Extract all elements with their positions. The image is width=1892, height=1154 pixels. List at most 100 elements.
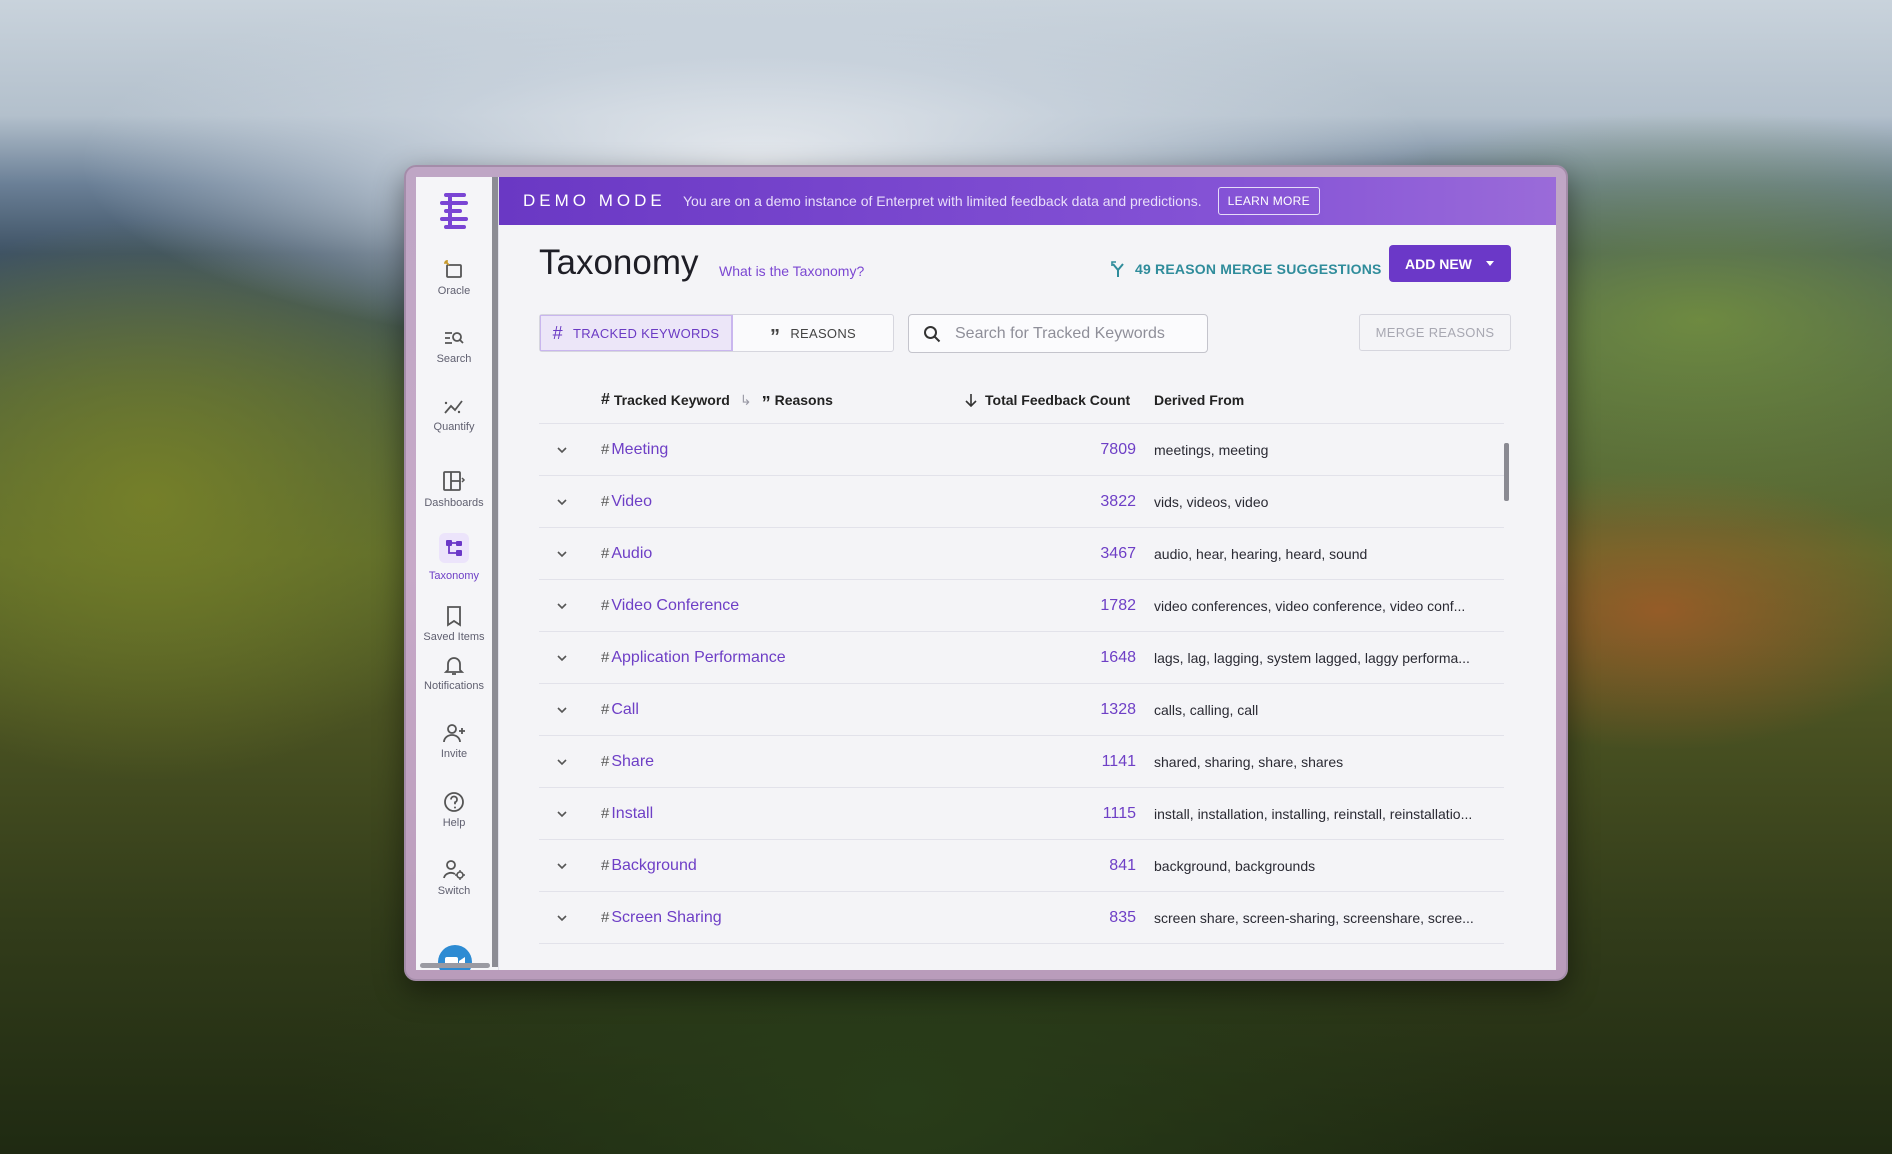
search-icon [445, 332, 464, 344]
hash-icon: # [601, 492, 610, 510]
keyword-link[interactable]: # Meeting [601, 441, 668, 459]
learn-more-button[interactable]: LEARN MORE [1217, 187, 1320, 215]
chevron-down-icon[interactable] [555, 755, 569, 769]
add-new-label: ADD NEW [1405, 255, 1472, 272]
chevron-down-icon[interactable] [555, 859, 569, 873]
table-row[interactable]: # Background 841 background, backgrounds [539, 840, 1504, 892]
merge-suggestions-button[interactable]: 49 REASON MERGE SUGGESTIONS [1111, 261, 1382, 277]
keyword-name: Video Conference [611, 596, 740, 614]
quote-icon: ” [761, 393, 771, 413]
derived-from: lags, lag, lagging, system lagged, laggy… [1154, 649, 1470, 666]
search-input[interactable] [953, 323, 1187, 344]
keyword-column-header[interactable]: # Tracked Keyword ↳ ” Reasons [601, 391, 833, 413]
sidebar-item-label: Help [442, 817, 466, 829]
help-icon [444, 792, 464, 812]
keyword-link[interactable]: # Screen Sharing [601, 909, 722, 927]
feedback-count[interactable]: 7809 [1100, 441, 1136, 459]
tab-tracked-keywords[interactable]: # TRACKED KEYWORDS [540, 315, 733, 351]
hash-icon: # [601, 440, 610, 458]
sidebar-item-help[interactable]: Help [416, 791, 492, 829]
sidebar-item-quantify[interactable]: Quantify [416, 395, 492, 433]
chevron-down-icon[interactable] [555, 547, 569, 561]
keyword-link[interactable]: # Application Performance [601, 649, 786, 667]
keyword-link[interactable]: # Video [601, 493, 652, 511]
table-row[interactable]: # Video Conference 1782 video conferences… [539, 580, 1504, 632]
keyword-name: Install [611, 804, 654, 822]
table-row[interactable]: # Audio 3467 audio, hear, hearing, heard,… [539, 528, 1504, 580]
main-content: DEMO MODE You are on a demo instance of … [499, 177, 1556, 970]
hash-icon: # [601, 391, 610, 408]
demo-mode-label: DEMO MODE [523, 191, 666, 210]
chevron-down-icon[interactable] [555, 495, 569, 509]
sidebar-item-oracle[interactable]: Oracle [416, 259, 492, 297]
sidebar-item-switch[interactable]: Switch [416, 859, 492, 897]
enterpret-logo[interactable] [438, 191, 472, 231]
bell-icon [443, 657, 465, 675]
feedback-count[interactable]: 1141 [1102, 753, 1136, 771]
chevron-down-icon[interactable] [555, 703, 569, 717]
page-title: Taxonomy [539, 243, 699, 282]
what-is-taxonomy-link[interactable]: What is the Taxonomy? [719, 263, 864, 279]
feedback-count[interactable]: 835 [1109, 909, 1136, 927]
sidebar-horizontal-scrollbar[interactable] [420, 963, 490, 968]
table-row[interactable]: # Meeting 7809 meetings, meeting [539, 424, 1504, 476]
hash-icon: # [601, 700, 610, 718]
feedback-count[interactable]: 1648 [1100, 649, 1136, 667]
keyword-link[interactable]: # Background [601, 857, 697, 875]
table-row[interactable]: # Share 1141 shared, sharing, share, shar… [539, 736, 1504, 788]
merge-reasons-button[interactable]: MERGE REASONS [1359, 314, 1511, 351]
table-row[interactable]: # Screen Sharing 835 screen share, screen… [539, 892, 1504, 944]
sidebar: Oracle Search Quantify Dashboards Taxono… [416, 177, 499, 970]
sidebar-item-saved-items[interactable]: Saved Items [416, 605, 492, 643]
keyword-link[interactable]: # Call [601, 701, 639, 719]
feedback-count[interactable]: 3467 [1100, 545, 1136, 563]
chevron-down-icon[interactable] [555, 443, 569, 457]
sidebar-item-invite[interactable]: Invite [416, 722, 492, 760]
derived-from: video conferences, video conference, vid… [1154, 597, 1466, 614]
chevron-down-icon[interactable] [555, 911, 569, 925]
search-icon [924, 325, 941, 342]
table-scrollbar[interactable] [1504, 443, 1509, 501]
sidebar-item-label: Invite [440, 748, 468, 760]
feedback-count[interactable]: 1115 [1103, 805, 1136, 823]
keyword-link[interactable]: # Audio [601, 545, 652, 563]
reasons-header-label: Reasons [774, 392, 833, 408]
feedback-count[interactable]: 3822 [1100, 493, 1136, 511]
derived-from: vids, videos, video [1154, 493, 1269, 510]
keyword-link[interactable]: # Video Conference [601, 597, 739, 615]
merge-icon [1111, 261, 1124, 277]
hash-icon: # [601, 596, 610, 614]
app-frame: Oracle Search Quantify Dashboards Taxono… [416, 177, 1556, 970]
view-tabs: # TRACKED KEYWORDS ” REASONS [539, 314, 894, 352]
chevron-down-icon[interactable] [555, 599, 569, 613]
sidebar-item-label: Oracle [437, 285, 471, 297]
count-column-header[interactable]: Total Feedback Count [965, 392, 1130, 408]
keyword-link[interactable]: # Share [601, 753, 654, 771]
keyword-name: Audio [611, 544, 653, 562]
chevron-down-icon[interactable] [555, 807, 569, 821]
derived-column-header: Derived From [1154, 392, 1245, 408]
sidebar-item-dashboards[interactable]: Dashboards [416, 469, 492, 509]
table-row[interactable]: # Call 1328 calls, calling, call [539, 684, 1504, 736]
demo-banner: DEMO MODE You are on a demo instance of … [499, 177, 1556, 225]
sidebar-item-search[interactable]: Search [416, 327, 492, 365]
app-window: Oracle Search Quantify Dashboards Taxono… [404, 165, 1568, 981]
hash-icon: # [601, 908, 610, 926]
feedback-count[interactable]: 841 [1109, 857, 1136, 875]
sidebar-item-notifications[interactable]: Notifications [416, 654, 492, 692]
chevron-down-icon[interactable] [555, 651, 569, 665]
derived-from: meetings, meeting [1154, 441, 1269, 458]
add-new-button[interactable]: ADD NEW [1389, 245, 1511, 282]
tab-reasons[interactable]: ” REASONS [733, 315, 893, 351]
sidebar-item-taxonomy[interactable]: Taxonomy [416, 533, 492, 582]
keyword-link[interactable]: # Install [601, 805, 653, 823]
table-row[interactable]: # Video 3822 vids, videos, video [539, 476, 1504, 528]
hash-icon: # [552, 322, 563, 343]
table-header: # Tracked Keyword ↳ ” Reasons Total Feed… [539, 377, 1504, 424]
feedback-count[interactable]: 1782 [1100, 597, 1136, 615]
bookmark-icon [447, 606, 461, 627]
feedback-count[interactable]: 1328 [1100, 701, 1136, 719]
table-row[interactable]: # Application Performance 1648 lags, lag,… [539, 632, 1504, 684]
sidebar-scrollbar[interactable] [492, 177, 498, 967]
table-row[interactable]: # Install 1115 install, installation, ins… [539, 788, 1504, 840]
